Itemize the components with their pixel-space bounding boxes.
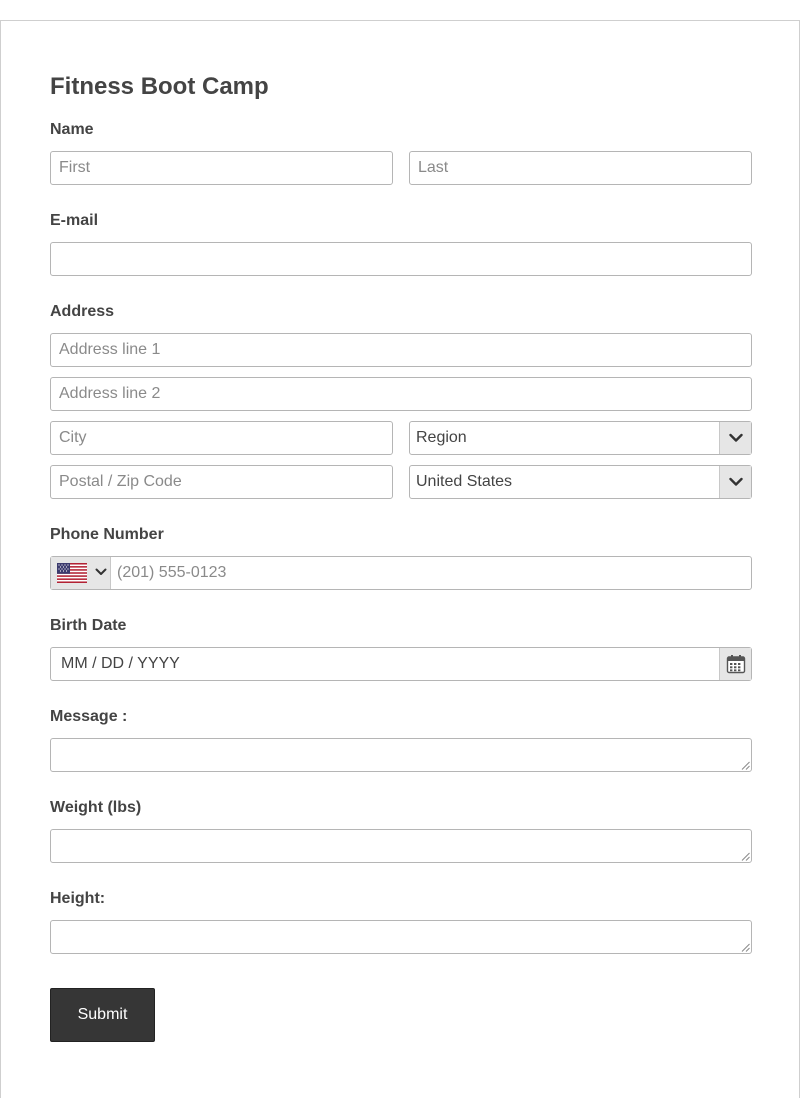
calendar-button[interactable] [719, 648, 751, 680]
email-field[interactable] [50, 242, 752, 276]
address-line1-input[interactable] [51, 334, 751, 366]
calendar-icon [726, 655, 745, 674]
region-dropdown-button[interactable] [719, 422, 751, 454]
phone-field [50, 556, 752, 590]
address-line2-field[interactable] [50, 377, 752, 411]
submit-button[interactable]: Submit [50, 988, 155, 1042]
country-dropdown-button[interactable] [719, 466, 751, 498]
last-name-field[interactable] [409, 151, 752, 185]
birth-date-field[interactable] [50, 647, 752, 681]
weight-textarea[interactable] [51, 830, 751, 862]
email-label: E-mail [50, 212, 99, 229]
address-label: Address [50, 303, 115, 320]
phone-label: Phone Number [50, 526, 164, 543]
country-selected-value: United States [416, 473, 513, 490]
message-textarea[interactable] [51, 739, 751, 771]
first-name-input[interactable] [51, 152, 392, 184]
resize-handle-icon[interactable] [741, 852, 750, 861]
weight-field[interactable] [50, 829, 752, 863]
form-title: Fitness Boot Camp [50, 73, 269, 100]
birth-date-input[interactable] [51, 648, 751, 680]
address-line2-input[interactable] [51, 378, 751, 410]
resize-handle-icon[interactable] [741, 943, 750, 952]
chevron-down-icon [95, 568, 107, 575]
postal-code-input[interactable] [51, 466, 392, 498]
email-input[interactable] [51, 243, 751, 275]
phone-input-wrapper [111, 557, 751, 589]
height-field[interactable] [50, 920, 752, 954]
address-line1-field[interactable] [50, 333, 752, 367]
weight-label: Weight (lbs) [50, 799, 142, 816]
height-textarea[interactable] [51, 921, 751, 953]
chevron-down-icon [728, 433, 743, 442]
region-selected-value: Region [416, 429, 467, 446]
resize-handle-icon[interactable] [741, 761, 750, 770]
name-label: Name [50, 121, 94, 138]
city-field[interactable] [50, 421, 393, 455]
message-label: Message : [50, 708, 128, 725]
us-flag-icon [57, 563, 87, 583]
height-label: Height: [50, 890, 106, 907]
region-select[interactable]: Region [409, 421, 752, 455]
chevron-down-icon [728, 477, 743, 486]
postal-code-field[interactable] [50, 465, 393, 499]
phone-input[interactable] [111, 557, 751, 589]
first-name-field[interactable] [50, 151, 393, 185]
phone-country-selector[interactable] [51, 557, 111, 589]
birth-date-label: Birth Date [50, 617, 127, 634]
message-field[interactable] [50, 738, 752, 772]
last-name-input[interactable] [410, 152, 751, 184]
city-input[interactable] [51, 422, 392, 454]
form-container: Fitness Boot Camp Name E-mail Address Re… [0, 20, 800, 1098]
country-select[interactable]: United States [409, 465, 752, 499]
